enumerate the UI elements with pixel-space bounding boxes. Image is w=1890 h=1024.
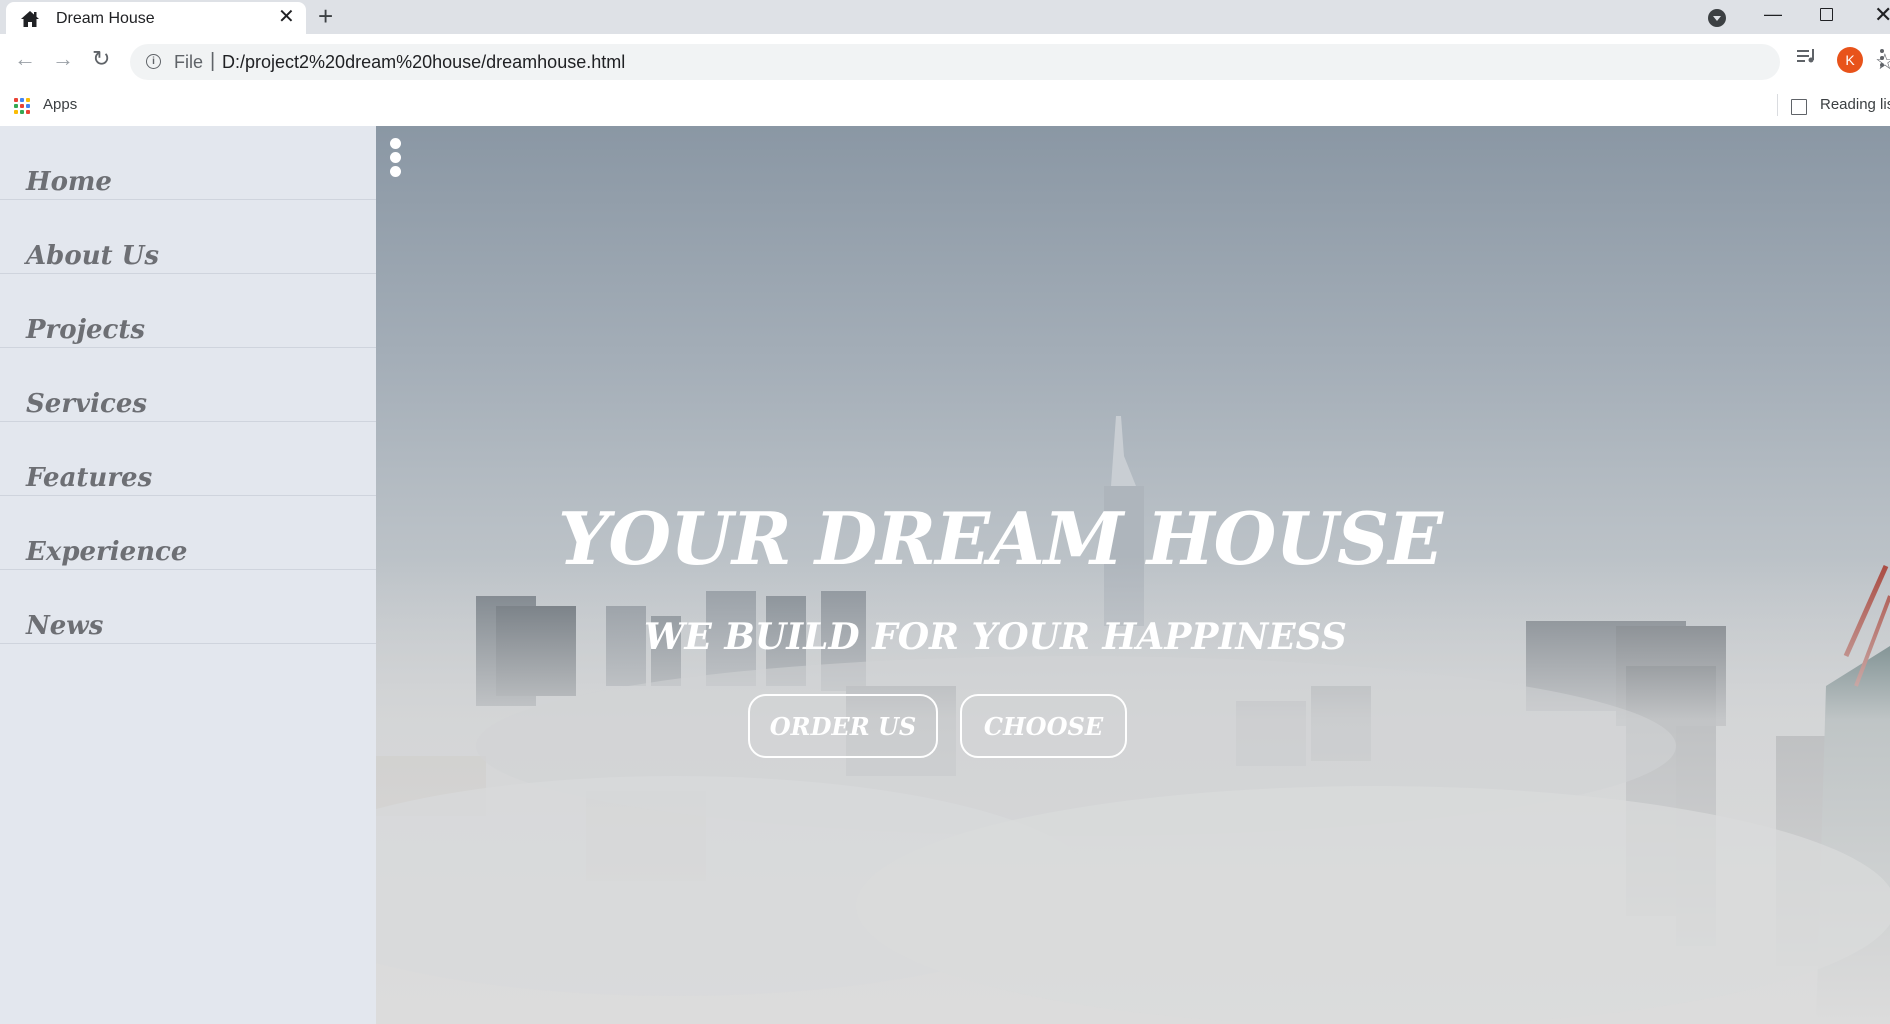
sidebar-nav: Home About Us Projects Services Features…	[0, 126, 376, 1024]
tab-search-icon[interactable]	[1708, 9, 1726, 27]
sidebar-item-label: Projects	[26, 315, 146, 345]
hero-title: YOUR DREAM HOUSE	[558, 496, 1443, 581]
sidebar-item-label: About Us	[26, 241, 159, 271]
browser-tab[interactable]: Dream House ✕	[6, 2, 306, 34]
sidebar-item-home[interactable]: Home	[0, 126, 376, 200]
bookmark-divider	[1777, 94, 1778, 116]
forward-icon[interactable]: →	[52, 48, 74, 70]
apps-bookmark[interactable]: Apps	[43, 96, 77, 113]
choose-button[interactable]: CHOOSE	[960, 694, 1127, 758]
avatar[interactable]: K	[1837, 47, 1863, 73]
reading-list-icon[interactable]	[1791, 99, 1807, 115]
reload-icon[interactable]: ↻	[92, 48, 110, 70]
back-icon[interactable]: ←	[14, 48, 36, 70]
reading-list-button[interactable]: Reading list	[1820, 96, 1890, 113]
url-separator: |	[210, 50, 216, 72]
url-scheme-label: File	[174, 52, 204, 72]
sidebar-item-features[interactable]: Features	[0, 422, 376, 496]
sidebar-item-label: Features	[26, 463, 153, 493]
page-content: Home About Us Projects Services Features…	[0, 126, 1890, 1024]
browser-tab-strip: Dream House ✕ + — ✕	[0, 0, 1890, 34]
sidebar-item-services[interactable]: Services	[0, 348, 376, 422]
minimize-icon[interactable]: —	[1764, 4, 1782, 25]
media-control-icon[interactable]	[1797, 49, 1817, 63]
url-text[interactable]: D:/project2%20dream%20house/dreamhouse.h…	[222, 52, 625, 73]
hero-subtitle: WE BUILD FOR YOUR HAPPINESS	[644, 616, 1347, 658]
sidebar-item-label: News	[26, 611, 104, 641]
close-icon[interactable]: ✕	[278, 7, 295, 27]
order-us-button[interactable]: ORDER US	[748, 694, 938, 758]
address-bar[interactable]: i File | D:/project2%20dream%20house/dre…	[130, 44, 1890, 80]
sidebar-item-label: Home	[26, 167, 112, 197]
kebab-menu-icon[interactable]	[390, 138, 402, 178]
sidebar-item-projects[interactable]: Projects	[0, 274, 376, 348]
apps-icon[interactable]	[14, 98, 30, 114]
sidebar-item-label: Experience	[26, 537, 188, 567]
hero-section: YOUR DREAM HOUSE WE BUILD FOR YOUR HAPPI…	[376, 126, 1890, 1024]
menu-icon[interactable]	[1880, 49, 1884, 69]
tab-title: Dream House	[56, 10, 155, 27]
window-close-icon[interactable]: ✕	[1874, 2, 1890, 28]
bookmarks-bar: Apps Reading list	[0, 88, 1890, 124]
plus-icon[interactable]: +	[318, 3, 333, 29]
sidebar-item-experience[interactable]: Experience	[0, 496, 376, 570]
info-icon[interactable]: i	[146, 54, 161, 69]
sidebar-item-news[interactable]: News	[0, 570, 376, 644]
home-icon	[21, 11, 39, 27]
sidebar-item-label: Services	[26, 389, 148, 419]
restore-icon[interactable]	[1820, 8, 1833, 21]
sidebar-item-about-us[interactable]: About Us	[0, 200, 376, 274]
